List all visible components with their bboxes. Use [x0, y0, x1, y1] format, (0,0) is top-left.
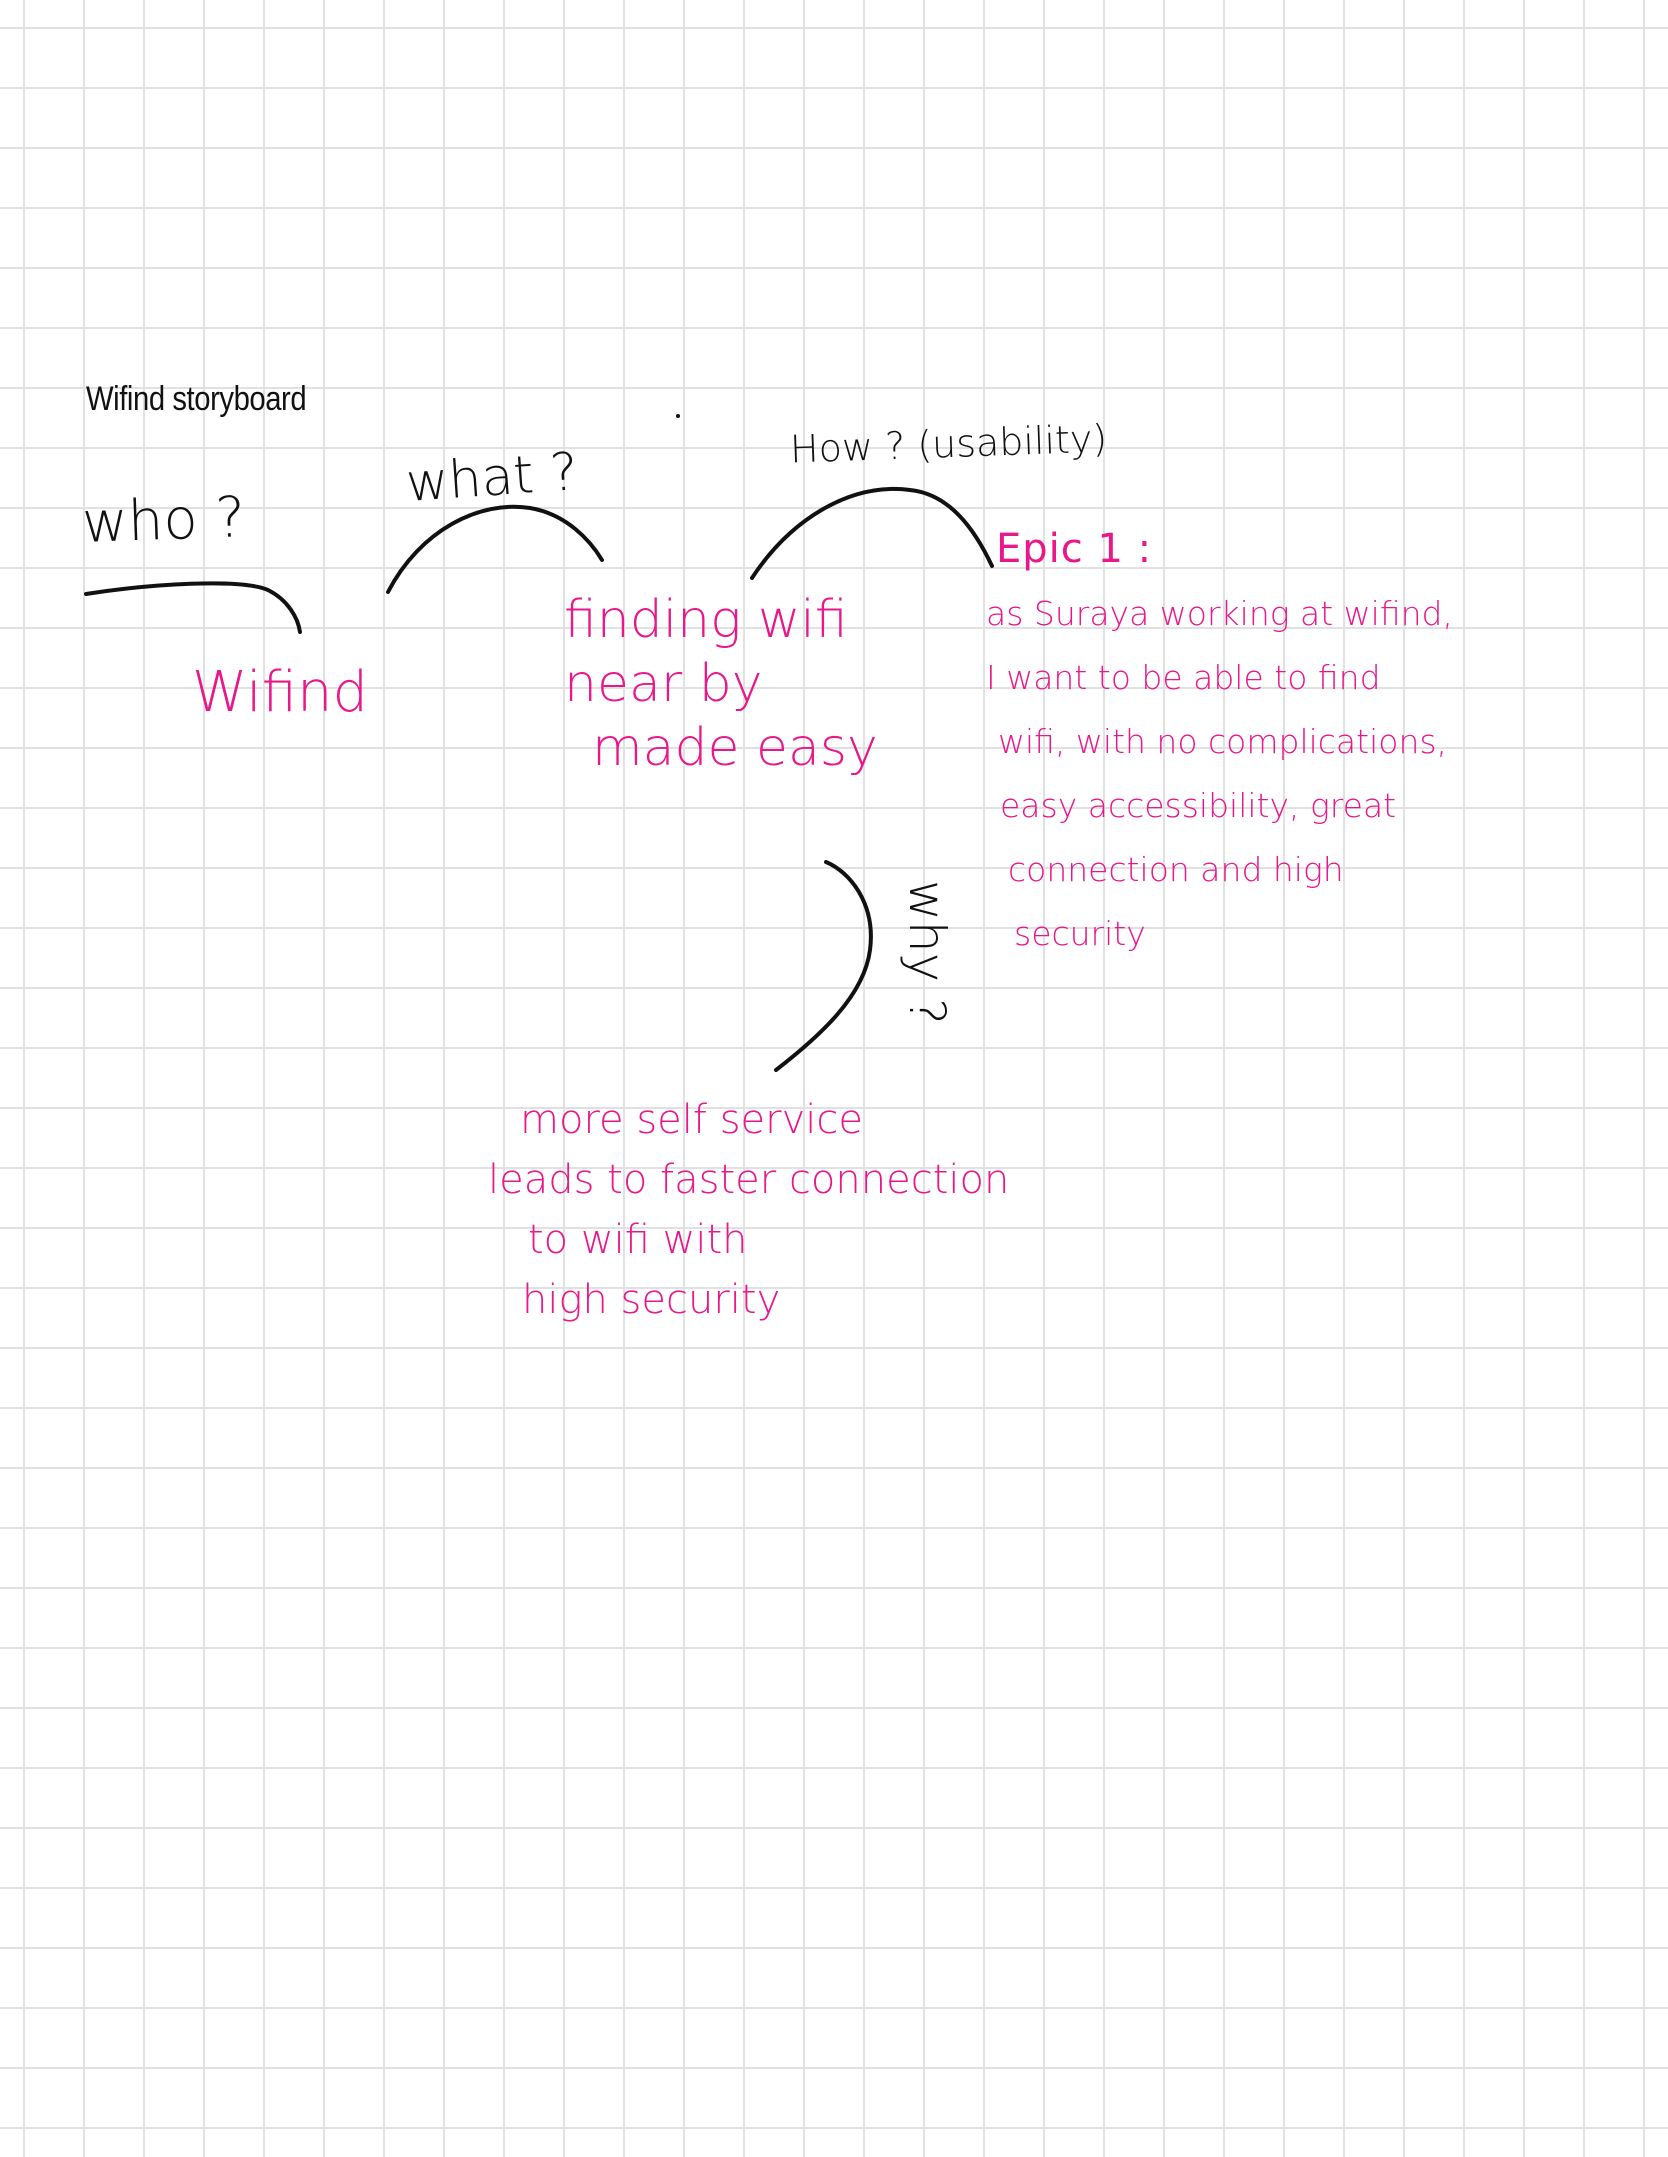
epic-story-line: I want to be able to find [986, 658, 1381, 697]
connector-arcs [84, 487, 994, 1072]
epic-story-line: wifi, with no complications, [998, 722, 1448, 761]
what-answer-line: finding wifi [564, 590, 848, 650]
why-answer: more self service leads to faster connec… [488, 1090, 1009, 1330]
arc-what [386, 504, 604, 594]
epic-story-line: as Suraya working at wifind, [986, 594, 1453, 633]
what-answer-line: made easy [592, 718, 878, 778]
epic-story-line: connection and high [1008, 850, 1344, 889]
why-question: why ? [898, 880, 956, 1025]
stray-ink-dot [676, 414, 680, 418]
who-question: who ? [80, 485, 247, 556]
epic-story-line: easy accessibility, great [1000, 786, 1397, 825]
arc-how [750, 487, 994, 580]
who-answer: Wifind [192, 660, 369, 725]
epic-story-line: security [1014, 914, 1146, 953]
why-answer-line: leads to faster connection [488, 1157, 1010, 1203]
arc-who-to-answer [84, 581, 302, 634]
why-answer-line: high security [522, 1277, 781, 1323]
arc-why [774, 860, 873, 1072]
why-answer-line: more self service [520, 1097, 863, 1143]
what-answer: finding wifi near by made easy [564, 588, 878, 780]
epic-heading: Epic 1 : [996, 526, 1153, 572]
page-title: Wifind storyboard [86, 380, 307, 418]
why-answer-line: to wifi with [528, 1217, 748, 1263]
what-question: what ? [404, 442, 580, 514]
epic-story: as Suraya working at wifind, I want to b… [986, 582, 1453, 966]
what-answer-line: near by [564, 654, 763, 714]
